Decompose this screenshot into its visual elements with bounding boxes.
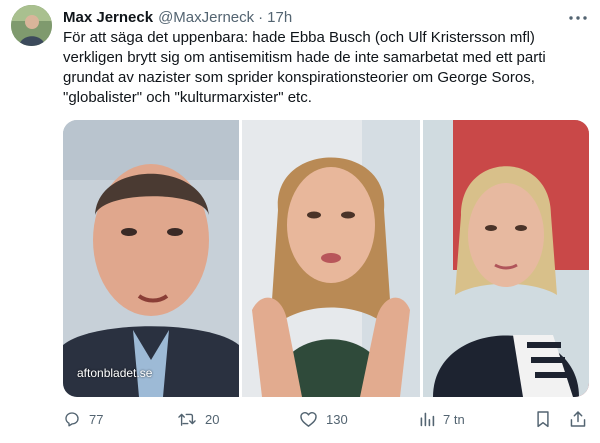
retweet-count: 20 — [205, 411, 220, 427]
heart-icon — [299, 410, 318, 428]
retweet-button[interactable]: 20 — [177, 408, 219, 430]
tweet-header: Max Jerneck @MaxJerneck · 17h — [63, 7, 292, 27]
views-button[interactable]: 7 tn — [419, 408, 465, 430]
reply-count: 77 — [89, 411, 104, 427]
tweet-timestamp[interactable]: 17h — [267, 9, 292, 26]
author-handle[interactable]: @MaxJerneck — [158, 9, 254, 26]
share-button[interactable] — [569, 408, 587, 430]
retweet-icon — [177, 410, 197, 428]
separator-dot: · — [258, 8, 264, 26]
media-photo-3[interactable] — [423, 120, 589, 397]
bookmark-button[interactable] — [535, 408, 551, 430]
media-photo-1[interactable]: aftonbladet.se — [63, 120, 239, 397]
like-button[interactable]: 130 — [299, 408, 348, 430]
more-button[interactable] — [567, 7, 589, 25]
media-photo-2[interactable] — [242, 120, 420, 397]
views-count: 7 tn — [443, 411, 465, 427]
share-icon — [569, 410, 587, 428]
tweet[interactable]: Max Jerneck @MaxJerneck · 17h För att sä… — [0, 0, 600, 443]
tweet-actions: 77 20 130 7 tn — [63, 408, 589, 430]
reply-button[interactable]: 77 — [63, 408, 103, 430]
avatar[interactable] — [11, 5, 52, 46]
author-name[interactable]: Max Jerneck — [63, 9, 153, 26]
tweet-text: För att säga det uppenbara: hade Ebba Bu… — [63, 29, 546, 106]
views-chart-icon — [419, 411, 435, 427]
media-watermark: aftonbladet.se — [77, 366, 153, 380]
like-count: 130 — [326, 411, 348, 427]
tweet-media[interactable]: aftonbladet.se — [63, 120, 589, 397]
more-dots-icon — [569, 7, 587, 25]
bookmark-icon — [535, 410, 551, 428]
reply-icon — [63, 410, 81, 428]
